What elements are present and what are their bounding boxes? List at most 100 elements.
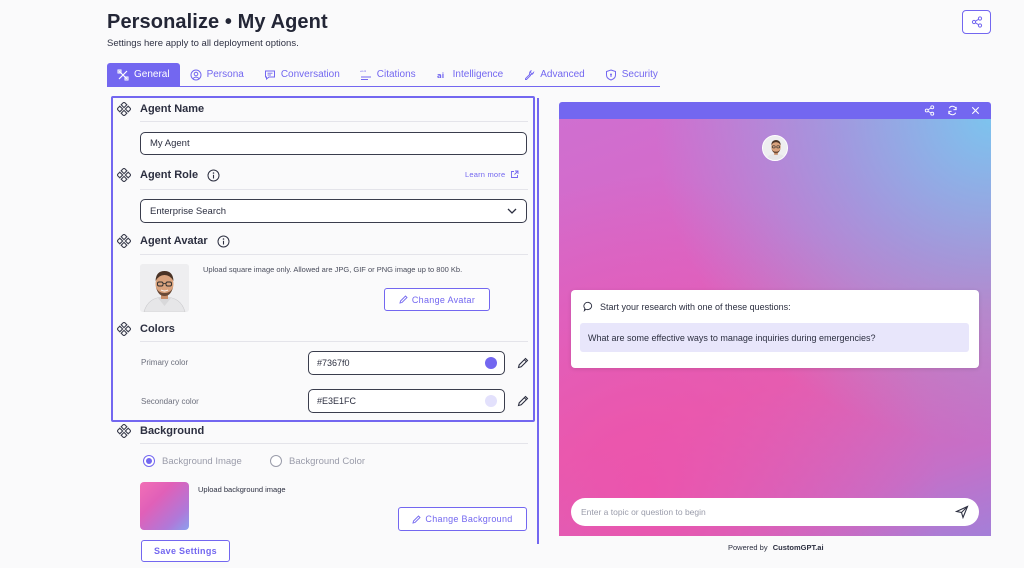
agent-role-heading: Agent Role: [140, 169, 199, 181]
chevron-down-icon: [507, 208, 517, 214]
info-icon[interactable]: [207, 169, 220, 182]
tab-advanced[interactable]: Advanced: [513, 63, 594, 86]
edit-primary-color-icon[interactable]: [517, 357, 529, 369]
personalize-page: Personalize • My Agent Settings here app…: [0, 0, 1024, 568]
tools-icon: [117, 69, 129, 80]
tab-advanced-label: Advanced: [540, 69, 585, 80]
secondary-color-input[interactable]: #E3E1FC: [308, 389, 505, 413]
external-link-icon: [511, 170, 519, 178]
tab-security[interactable]: Security: [595, 63, 668, 86]
primary-color-value: #7367f0: [317, 358, 350, 368]
tab-persona-label: Persona: [206, 69, 244, 80]
shield-icon: [605, 68, 616, 81]
message-icon: [264, 70, 275, 80]
tab-intelligence[interactable]: ai Intelligence: [426, 63, 514, 86]
save-settings-button[interactable]: Save Settings: [141, 540, 230, 562]
powered-by: Powered by CustomGPT.ai: [728, 543, 824, 552]
learn-more-link[interactable]: Learn more: [465, 170, 519, 179]
agent-role-select[interactable]: Enterprise Search: [140, 199, 527, 223]
share-icon[interactable]: [924, 105, 935, 116]
starter-question-button[interactable]: What are some effective ways to manage i…: [580, 323, 969, 352]
agent-name-heading: Agent Name: [140, 103, 205, 115]
info-icon[interactable]: [217, 235, 230, 248]
drag-handle-icon[interactable]: [117, 234, 131, 248]
agent-role-selected: Enterprise Search: [150, 205, 227, 217]
background-image-label: Background Image: [162, 455, 242, 467]
colors-heading: Colors: [140, 323, 175, 335]
agent-name-value: My Agent: [150, 138, 190, 149]
background-upload-note: Upload background image: [198, 485, 286, 494]
tab-general-label: General: [134, 69, 170, 80]
chat-bubble-icon: [583, 301, 593, 312]
drag-handle-icon[interactable]: [117, 424, 131, 438]
page-subtitle: Settings here apply to all deployment op…: [107, 38, 299, 49]
change-background-button[interactable]: Change Background: [398, 507, 527, 531]
agent-avatar-heading: Agent Avatar: [140, 235, 208, 247]
starter-question-text: What are some effective ways to manage i…: [588, 332, 876, 343]
section-colors: Colors: [117, 322, 175, 336]
avatar-upload-note: Upload square image only. Allowed are JP…: [203, 265, 463, 274]
tab-citations[interactable]: “” Citations: [350, 63, 426, 86]
powered-prefix: Powered by: [728, 543, 768, 552]
send-icon[interactable]: [955, 505, 969, 519]
divider: [140, 254, 528, 255]
section-background: Background: [117, 424, 204, 438]
background-color-label: Background Color: [289, 455, 366, 467]
wrench-icon: [525, 69, 535, 80]
settings-tabs: General Persona Conversation “” Citation…: [107, 63, 660, 87]
share-button[interactable]: [962, 10, 991, 34]
preview-toolbar: [559, 102, 991, 119]
section-agent-name: Agent Name: [117, 102, 204, 116]
tab-conversation[interactable]: Conversation: [254, 63, 350, 86]
citation-icon: “”: [360, 70, 371, 80]
starter-questions-card: Start your research with one of these qu…: [571, 290, 979, 368]
secondary-color-value: #E3E1FC: [317, 396, 357, 406]
chat-input-placeholder: Enter a topic or question to begin: [581, 507, 706, 517]
agent-name-input[interactable]: My Agent: [140, 132, 527, 155]
learn-more-label: Learn more: [465, 170, 506, 179]
primary-color-label: Primary color: [141, 358, 189, 367]
refresh-icon[interactable]: [947, 105, 958, 116]
tab-general[interactable]: General: [107, 63, 180, 86]
pencil-icon: [412, 514, 422, 524]
panel-divider: [537, 98, 539, 544]
background-image-radio[interactable]: [143, 455, 155, 467]
primary-color-swatch[interactable]: [485, 357, 497, 369]
tab-conversation-label: Conversation: [280, 69, 340, 80]
change-background-label: Change Background: [425, 514, 513, 524]
background-color-radio[interactable]: [270, 455, 282, 467]
tab-intelligence-label: Intelligence: [452, 69, 504, 80]
background-image-option[interactable]: Background Image: [143, 455, 242, 467]
preview-agent-avatar: [762, 135, 788, 161]
drag-handle-icon[interactable]: [117, 102, 131, 116]
tab-citations-label: Citations: [376, 69, 416, 80]
change-avatar-button[interactable]: Change Avatar: [384, 288, 490, 311]
drag-handle-icon[interactable]: [117, 322, 131, 336]
pencil-icon: [399, 295, 408, 304]
chat-input[interactable]: Enter a topic or question to begin: [571, 498, 979, 526]
tab-security-label: Security: [621, 69, 658, 80]
divider: [140, 189, 528, 190]
divider: [140, 443, 528, 444]
powered-brand[interactable]: CustomGPT.ai: [773, 543, 824, 552]
section-agent-role: Agent Role: [117, 168, 220, 182]
user-circle-icon: [190, 69, 202, 80]
drag-handle-icon[interactable]: [117, 168, 131, 182]
background-image-thumbnail: [140, 482, 189, 530]
starter-heading: Start your research with one of these qu…: [600, 301, 791, 312]
background-color-option[interactable]: Background Color: [270, 455, 365, 467]
divider: [140, 121, 528, 122]
divider: [140, 341, 528, 342]
tab-persona[interactable]: Persona: [180, 63, 254, 86]
starter-heading-row: Start your research with one of these qu…: [583, 301, 791, 312]
svg-text:“”: “”: [360, 70, 366, 77]
section-agent-avatar: Agent Avatar: [117, 234, 230, 248]
background-heading: Background: [140, 425, 205, 437]
close-icon[interactable]: [970, 105, 981, 116]
secondary-color-label: Secondary color: [141, 397, 199, 406]
secondary-color-swatch[interactable]: [485, 395, 497, 407]
save-settings-label: Save Settings: [154, 546, 217, 556]
primary-color-input[interactable]: #7367f0: [308, 351, 505, 375]
edit-secondary-color-icon[interactable]: [517, 395, 529, 407]
share-icon: [971, 16, 982, 28]
